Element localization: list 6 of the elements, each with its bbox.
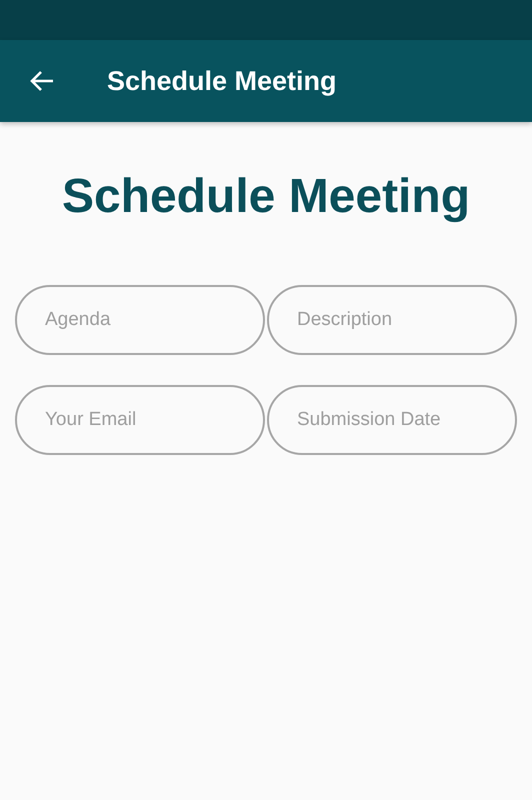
app-bar-title: Schedule Meeting bbox=[107, 66, 337, 96]
page-heading: Schedule Meeting bbox=[60, 169, 472, 225]
text-field[interactable]: Submission Date bbox=[267, 385, 517, 455]
text-field[interactable]: Agenda bbox=[15, 285, 265, 355]
text-field[interactable]: Your Email bbox=[15, 385, 265, 455]
text-field[interactable]: Description bbox=[267, 285, 517, 355]
